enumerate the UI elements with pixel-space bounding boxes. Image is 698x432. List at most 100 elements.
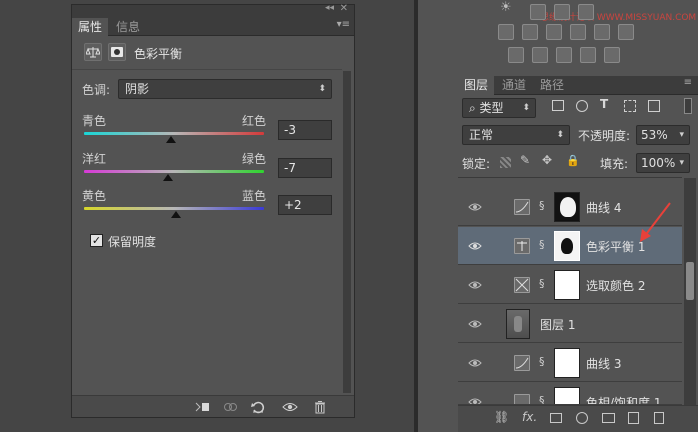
tab-channels[interactable]: 通道 [496,76,532,95]
fill-field[interactable]: 100% ▾ [636,153,690,173]
preserve-luminosity-checkbox[interactable]: ✓ [90,234,103,247]
vibrance-icon[interactable] [498,24,514,40]
cyan-red-track[interactable] [84,132,264,135]
filter-kind-select[interactable]: ⌕ 类型 ⬍ [462,98,536,118]
view-previous-state-icon[interactable] [222,399,238,415]
exposure-icon[interactable] [578,4,594,20]
curves-icon[interactable] [554,4,570,20]
new-layer-icon[interactable] [628,412,639,424]
layers-menu-button[interactable]: ≡ [684,77,692,88]
tab-layers[interactable]: 图层 [458,76,495,95]
link-layers-icon[interactable]: ⛓ [494,410,509,424]
visibility-eye-icon[interactable] [468,317,482,331]
fill-label: 填充: [600,157,629,171]
magenta-green-slider-thumb[interactable] [162,174,173,181]
visibility-eye-icon[interactable] [468,239,482,253]
panel-top-strip [72,5,354,18]
lock-transparent-icon[interactable] [500,157,511,168]
magenta-green-track[interactable] [84,170,264,173]
layer-name[interactable]: 色相/饱和度 1 [586,394,662,404]
selective-color-icon[interactable] [580,47,596,63]
layer-name[interactable]: 图层 1 [540,316,575,333]
red-label: 红色 [242,114,267,128]
layer-mask-thumbnail[interactable] [554,348,580,378]
visibility-eye-icon[interactable] [282,399,298,415]
filter-toggle[interactable] [684,98,692,114]
close-panel-button[interactable]: ✕ [340,3,348,14]
link-chain-icon[interactable]: § [539,277,545,290]
opacity-field[interactable]: 53% ▾ [636,125,690,145]
tab-info[interactable]: 信息 [110,18,146,36]
magenta-green-value-field[interactable]: -7 [278,158,332,178]
visibility-eye-icon[interactable] [468,278,482,292]
yellow-blue-slider-thumb[interactable] [170,211,181,218]
collapse-panel-button[interactable]: ◂◂ [325,3,334,13]
visibility-eye-icon[interactable] [468,200,482,214]
tone-select[interactable]: 阴影 ⬍ [118,79,332,99]
lock-position-move-icon[interactable]: ✥ [542,153,552,167]
yellow-blue-track[interactable] [84,207,264,210]
blend-mode-select[interactable]: 正常 ⬍ [462,125,570,145]
gradient-map-icon[interactable] [604,47,620,63]
new-adjustment-icon[interactable] [576,412,588,424]
layer-name[interactable]: 选取颜色 2 [586,277,645,294]
levels-icon[interactable] [530,4,546,20]
shape-filter-icon[interactable] [624,100,636,112]
layer-row-curves-3[interactable]: § 曲线 3 [458,344,682,382]
cyan-red-value-field[interactable]: -3 [278,120,332,140]
visibility-eye-icon[interactable] [468,356,482,370]
visibility-eye-icon[interactable] [468,395,482,405]
adjustment-filter-icon[interactable] [576,100,588,112]
link-chain-icon[interactable]: § [539,355,545,368]
cyan-red-slider-thumb[interactable] [166,136,177,143]
add-mask-icon[interactable] [550,413,562,423]
link-chain-icon[interactable]: § [539,199,545,212]
properties-bottom-bar [72,395,354,417]
hue-saturation-icon[interactable] [522,24,538,40]
clip-to-layer-icon[interactable] [194,399,210,415]
link-chain-icon[interactable]: § [539,394,545,404]
layer-name[interactable]: 色彩平衡 1 [586,238,645,255]
lock-all-icon[interactable]: 🔒 [566,154,580,167]
layer-mask-thumbnail[interactable] [554,192,580,222]
reset-icon[interactable] [250,399,266,415]
channel-mixer-icon[interactable] [618,24,634,40]
panel-title: 色彩平衡 [134,47,183,61]
trash-icon[interactable] [312,399,328,415]
fx-icon[interactable]: fx. [522,410,537,424]
layer-mask-thumbnail[interactable] [554,270,580,300]
threshold-icon[interactable] [556,47,572,63]
color-balance-adj-icon[interactable] [546,24,562,40]
photo-filter-icon[interactable] [594,24,610,40]
layer-row-layer-1[interactable]: 图层 1 [458,305,682,343]
pixel-filter-icon[interactable] [552,100,564,111]
layer-name[interactable]: 曲线 3 [586,355,621,372]
layer-mask-icon[interactable] [108,43,126,61]
black-white-icon[interactable] [570,24,586,40]
layer-row-color-balance-1[interactable]: § 色彩平衡 1 [458,202,682,265]
layer-pixel-thumbnail[interactable] [506,309,530,339]
layer-mask-thumbnail[interactable] [554,231,580,261]
layer-row-selective-color-2[interactable]: § 选取颜色 2 [458,266,682,304]
cyan-label: 青色 [82,114,107,128]
new-group-folder-icon[interactable] [602,413,615,423]
lock-pixels-brush-icon[interactable]: ✎ [520,153,530,167]
type-filter-icon[interactable]: T [600,97,608,111]
panel-menu-button[interactable]: ▾≡ [337,19,350,30]
trash-icon[interactable] [654,412,664,424]
layer-mask-thumbnail[interactable] [554,387,580,404]
properties-scrollbar[interactable] [343,71,351,393]
tab-properties[interactable]: 属性 [72,18,109,36]
tab-paths[interactable]: 路径 [534,76,570,95]
chevron-down-icon: ▾ [679,158,684,168]
invert-icon[interactable] [508,47,524,63]
smart-object-filter-icon[interactable] [648,100,660,112]
scrollbar-thumb[interactable] [686,262,694,300]
layer-row-hue-saturation-1[interactable]: § 色相/饱和度 1 [458,383,682,405]
brightness-icon[interactable]: ☀ [500,0,512,15]
layer-name[interactable]: 曲线 4 [586,199,621,216]
layers-scrollbar[interactable] [684,178,696,405]
link-chain-icon[interactable]: § [539,238,545,251]
yellow-blue-value-field[interactable]: +2 [278,195,332,215]
posterize-icon[interactable] [532,47,548,63]
